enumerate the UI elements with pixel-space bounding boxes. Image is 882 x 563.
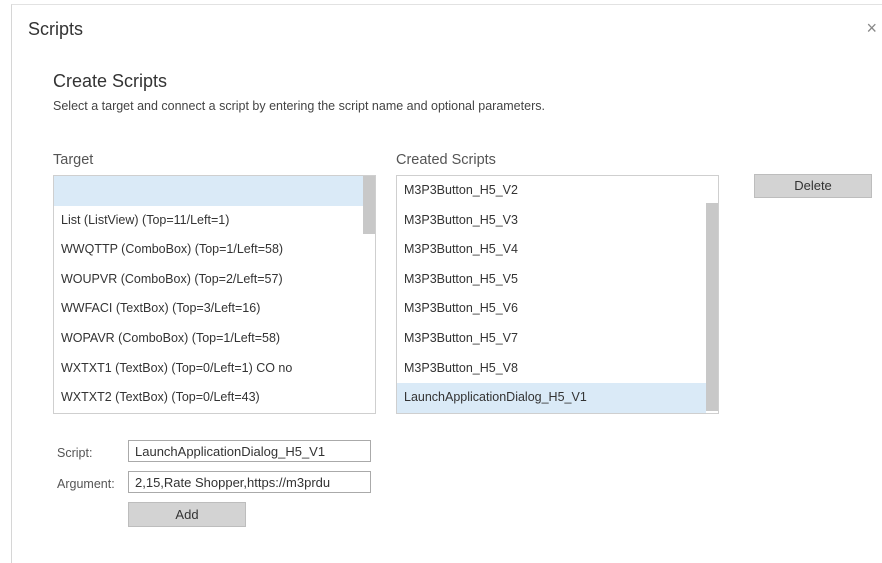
created-scripts-listbox[interactable]: M3P3Button_H5_V2 M3P3Button_H5_V3 M3P3Butt…: [396, 175, 719, 414]
target-label: Target: [53, 152, 94, 168]
target-list-item[interactable]: WWQTTP (ComboBox) (Top=1/Left=58): [54, 235, 375, 265]
created-script-item[interactable]: M3P3Button_H5_V8: [397, 354, 718, 384]
add-button[interactable]: Add: [128, 502, 246, 527]
created-script-item[interactable]: M3P3Button_H5_V6: [397, 294, 718, 324]
created-script-item[interactable]: M3P3Button_H5_V5: [397, 265, 718, 295]
created-script-item[interactable]: LaunchApplicationDialog_H5_V1: [397, 383, 718, 413]
scripts-dialog: Scripts × Create Scripts Select a target…: [11, 4, 882, 563]
script-input[interactable]: [128, 440, 371, 462]
created-scrollbar[interactable]: [706, 176, 718, 413]
section-heading: Create Scripts: [53, 71, 168, 91]
target-scrollbar-thumb[interactable]: [363, 176, 375, 234]
target-list-item[interactable]: WOPAVR (ComboBox) (Top=1/Left=58): [54, 324, 375, 354]
created-scrollbar-thumb[interactable]: [706, 203, 718, 411]
script-field-label: Script:: [57, 446, 93, 460]
created-script-item[interactable]: M3P3Button_H5_V7: [397, 324, 718, 354]
dialog-title: Scripts: [28, 19, 84, 39]
target-list-item[interactable]: WOUPVR (ComboBox) (Top=2/Left=57): [54, 265, 375, 295]
argument-input[interactable]: [128, 471, 371, 493]
target-list-item[interactable]: WWFACI (TextBox) (Top=3/Left=16): [54, 294, 375, 324]
close-icon[interactable]: ×: [866, 19, 877, 37]
target-listbox[interactable]: List (ListView) (Top=11/Left=1) WWQTTP (C…: [53, 175, 376, 414]
target-scrollbar[interactable]: [363, 176, 375, 413]
target-list-item[interactable]: List (ListView) (Top=11/Left=1): [54, 206, 375, 236]
delete-button[interactable]: Delete: [754, 174, 872, 198]
target-list-item[interactable]: WXTXT2 (TextBox) (Top=0/Left=43): [54, 383, 375, 413]
section-description: Select a target and connect a script by …: [53, 99, 545, 113]
argument-field-label: Argument:: [57, 477, 115, 491]
created-script-item[interactable]: M3P3Button_H5_V3: [397, 206, 718, 236]
created-script-item[interactable]: M3P3Button_H5_V2: [397, 176, 718, 206]
target-list-item[interactable]: WXTXT1 (TextBox) (Top=0/Left=1) CO no: [54, 354, 375, 384]
created-script-item[interactable]: M3P3Button_H5_V4: [397, 235, 718, 265]
target-list-item[interactable]: [54, 176, 375, 206]
created-scripts-label: Created Scripts: [396, 152, 496, 168]
